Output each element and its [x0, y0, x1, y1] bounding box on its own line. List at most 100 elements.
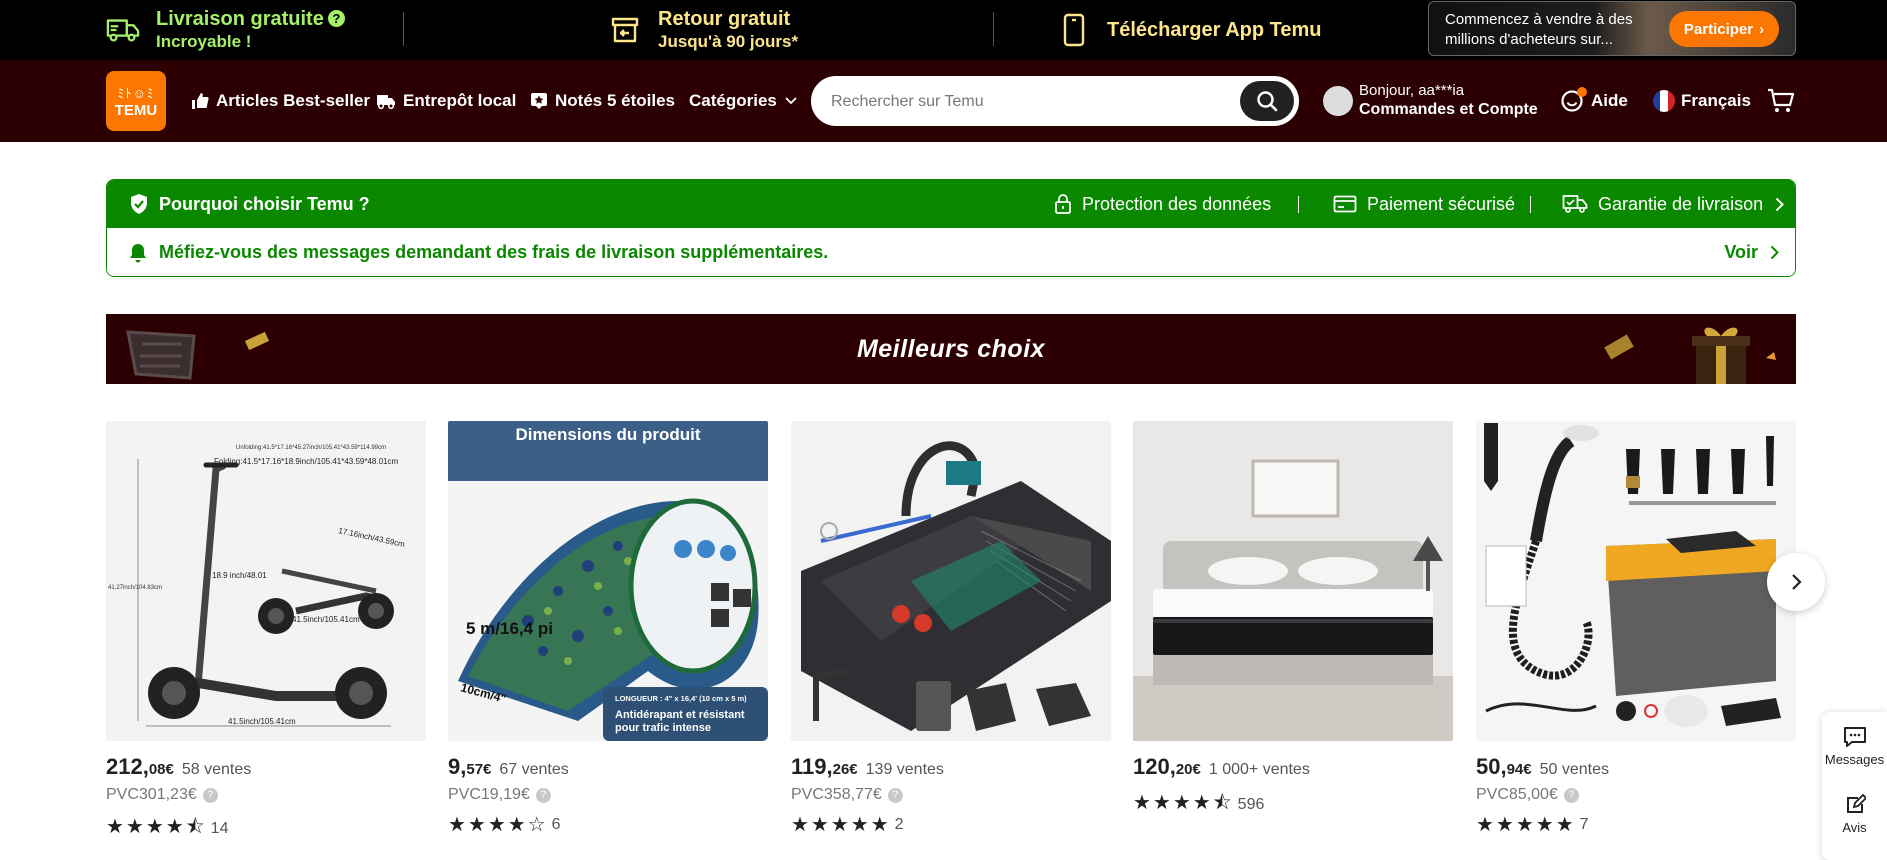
product-image-mattress[interactable]	[1133, 421, 1453, 741]
why-temu-title-text: Pourquoi choisir Temu ?	[159, 193, 370, 214]
temu-logo[interactable]: ﾐﾄ☺ﾐ TEMU	[106, 71, 166, 131]
chevron-right-icon: ›	[1759, 20, 1765, 38]
product-image-steamer[interactable]	[1476, 421, 1796, 741]
product-image-scooter[interactable]: Unfolding:41.5*17.16*45.27inch/105.41*43…	[106, 421, 426, 741]
bell-icon	[129, 243, 147, 263]
why-temu-title[interactable]: Pourquoi choisir Temu ?	[129, 180, 370, 228]
help-icon[interactable]: ?	[327, 10, 345, 27]
nav-help[interactable]: Aide	[1560, 60, 1628, 142]
product-image-sink[interactable]	[791, 421, 1111, 741]
carousel-next-button[interactable]	[1767, 553, 1825, 611]
secure-payment-label: Paiement sécurisé	[1367, 193, 1516, 214]
free-shipping-subtitle: Incroyable !	[156, 32, 252, 51]
info-icon[interactable]: ?	[887, 787, 903, 803]
product-card[interactable]: Unfolding:41.5*17.16*45.27inch/105.41*43…	[106, 421, 426, 846]
price-decimal: 57€	[466, 761, 492, 778]
nav-five-stars-label: Notés 5 étoiles	[555, 91, 675, 110]
svg-text:Antidérapant et résistant: Antidérapant et résistant	[615, 709, 745, 721]
messages-label: Messages	[1824, 752, 1885, 767]
data-protection-feature[interactable]: Protection des données	[1054, 180, 1271, 228]
svg-text:Unfolding:41.5*17.16*45.27inch: Unfolding:41.5*17.16*45.27inch/105.41*43…	[236, 445, 386, 451]
delivery-guarantee-feature[interactable]: Garantie de livraison	[1562, 180, 1785, 228]
reviews-button[interactable]: Avis	[1822, 794, 1887, 835]
search-input[interactable]	[831, 88, 1211, 116]
divider	[1298, 196, 1299, 213]
product-card[interactable]: Dimensions du produit 5 m/16,4 pi 10cm/4…	[448, 421, 768, 837]
scooter-dim-length-small: 41.5inch/105.41cm	[292, 615, 360, 624]
nav-language[interactable]: Français	[1653, 60, 1751, 142]
secure-payment-feature[interactable]: Paiement sécurisé	[1333, 180, 1515, 228]
product-image-tape[interactable]: Dimensions du produit 5 m/16,4 pi 10cm/4…	[448, 421, 768, 741]
best-picks-title: Meilleurs choix	[856, 334, 1046, 363]
messages-button[interactable]: Messages	[1822, 726, 1887, 767]
delivery-check-icon	[1562, 194, 1588, 214]
svg-text:41.27inch/104.83cm: 41.27inch/104.83cm	[108, 585, 162, 591]
free-return-title: Retour gratuit	[658, 8, 791, 30]
svg-text:pour trafic intense: pour trafic intense	[615, 722, 711, 734]
france-flag-icon	[1653, 90, 1675, 112]
seller-promo-text: Commencez à vendre à des millions d'ache…	[1445, 11, 1633, 48]
divider	[1530, 196, 1531, 213]
product-card[interactable]: 50, 94€ 50 ventes PVC85,00€? ★★★★★ 7	[1476, 421, 1796, 837]
review-count: 2	[894, 815, 904, 833]
divider	[993, 12, 994, 46]
notification-dot	[1577, 87, 1587, 97]
see-warning-link[interactable]: Voir	[1724, 228, 1779, 276]
logo-word: TEMU	[114, 102, 158, 119]
nav-language-label: Français	[1681, 91, 1751, 110]
reviews-label: Avis	[1842, 820, 1867, 835]
price-integer: 50,	[1476, 754, 1507, 779]
nav-bestsellers-label: Articles Best-seller	[216, 91, 371, 110]
free-return-promo[interactable]: Retour gratuit Jusqu'à 90 jours*	[608, 0, 798, 60]
thumbs-up-icon	[191, 92, 209, 110]
free-return-subtitle: Jusqu'à 90 jours*	[658, 32, 799, 51]
main-nav: ﾐﾄ☺ﾐ TEMU Articles Best-seller Entrepôt …	[0, 60, 1887, 142]
reference-price: PVC301,23€	[106, 786, 197, 803]
tape-header: Dimensions du produit	[515, 425, 700, 444]
sales-count: 58 ventes	[181, 761, 252, 778]
best-picks-banner: Meilleurs choix	[106, 314, 1796, 384]
join-button[interactable]: Participer ›	[1669, 11, 1779, 47]
account-menu[interactable]: Bonjour, aa***ia Commandes et Compte	[1323, 60, 1538, 142]
info-icon[interactable]: ?	[1563, 787, 1579, 803]
chevron-right-icon	[1775, 197, 1785, 212]
nav-local-warehouse[interactable]: Entrepôt local	[376, 60, 516, 142]
cart-button[interactable]	[1767, 60, 1795, 142]
card-icon	[1333, 195, 1357, 213]
scooter-dim-folding: Folding:41.5*17.16*18.9inch/105.41*43.59…	[214, 457, 398, 466]
star-badge-icon	[530, 92, 548, 110]
star-rating: ★★★★★	[791, 814, 891, 836]
product-card[interactable]: 120, 20€ 1 000+ ventes ★★★★⯪ 596	[1133, 421, 1453, 822]
search-icon	[1256, 90, 1278, 112]
price-integer: 120,	[1133, 754, 1176, 779]
nav-bestsellers[interactable]: Articles Best-seller	[191, 60, 370, 142]
greeting-text: Bonjour, aa***ia	[1359, 82, 1465, 99]
promo-bar: Livraison gratuite? Incroyable ! Retour …	[0, 0, 1887, 60]
why-temu-panel: Pourquoi choisir Temu ? Protection des d…	[106, 179, 1796, 277]
info-icon[interactable]: ?	[535, 787, 551, 803]
price-decimal: 08€	[148, 761, 174, 778]
sales-count: 139 ventes	[865, 761, 944, 778]
scooter-dim-length: 41.5inch/105.41cm	[228, 717, 296, 726]
price-decimal: 20€	[1175, 761, 1201, 778]
nav-five-stars[interactable]: Notés 5 étoiles	[530, 60, 675, 142]
reference-price: PVC358,77€	[791, 786, 882, 803]
search-button[interactable]	[1240, 81, 1294, 121]
side-floating-panel: Messages Avis	[1822, 712, 1887, 860]
info-icon[interactable]: ?	[202, 787, 218, 803]
chevron-down-icon	[785, 97, 797, 105]
product-card[interactable]: 119, 26€ 139 ventes PVC358,77€? ★★★★★ 2	[791, 421, 1111, 837]
star-rating: ★★★★☆	[448, 814, 548, 836]
seller-promo[interactable]: Commencez à vendre à des millions d'ache…	[1428, 1, 1796, 56]
support-icon	[1560, 87, 1587, 113]
price-decimal: 94€	[1506, 761, 1532, 778]
shield-check-icon	[129, 193, 149, 215]
price-decimal: 26€	[832, 761, 858, 778]
star-rating: ★★★★⯪	[1133, 792, 1234, 814]
sales-count: 50 ventes	[1539, 761, 1610, 778]
download-app-promo[interactable]: Télécharger App Temu	[1057, 0, 1322, 60]
free-shipping-promo[interactable]: Livraison gratuite? Incroyable !	[106, 0, 345, 60]
delivery-guarantee-label: Garantie de livraison	[1598, 193, 1764, 214]
nav-help-label: Aide	[1591, 91, 1628, 110]
nav-categories[interactable]: Catégories	[689, 60, 797, 142]
